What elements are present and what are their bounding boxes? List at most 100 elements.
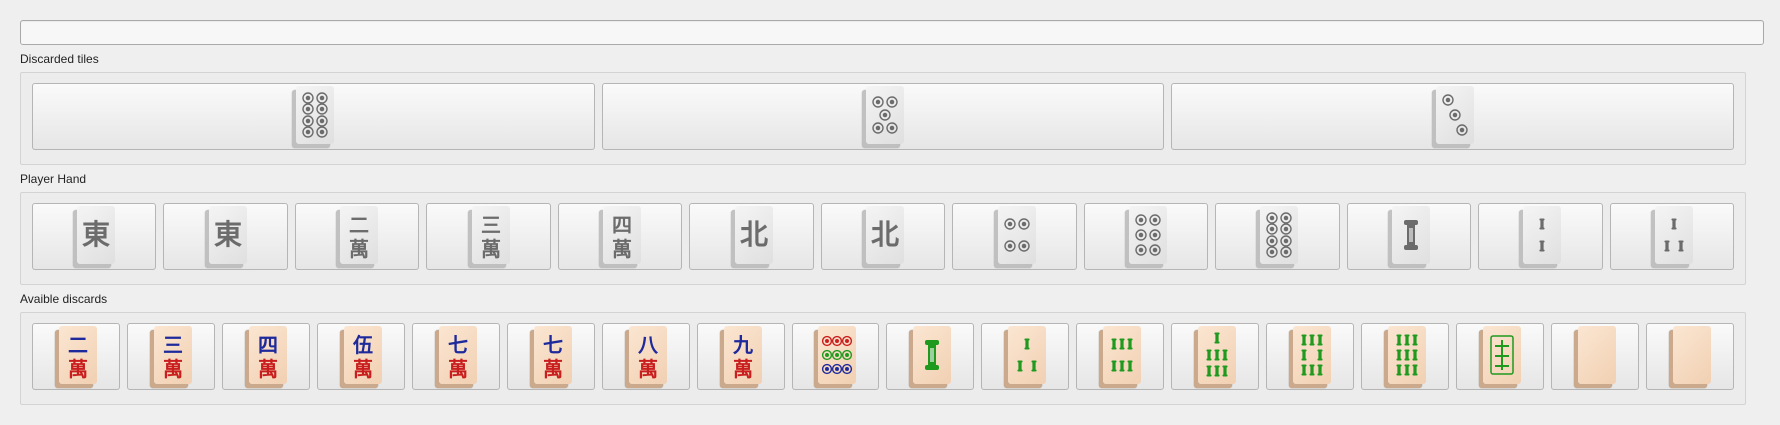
svg-text:萬: 萬 <box>68 357 88 381</box>
characters-2-tile-icon: 二 萬 <box>336 205 379 268</box>
svg-text:七: 七 <box>448 333 468 357</box>
svg-text:萬: 萬 <box>349 237 369 261</box>
bamboo-3-tile-icon <box>1651 205 1693 268</box>
svg-text:北: 北 <box>871 218 899 251</box>
available-tile-button-13[interactable] <box>1171 323 1260 390</box>
bamboo-8-tile-icon <box>1289 325 1332 388</box>
player-hand-row: 東東二 萬三 萬四 萬北北 <box>32 203 1735 272</box>
discarded-tile-button-2[interactable] <box>601 83 1165 150</box>
available-tile-button-17[interactable] <box>1551 323 1639 390</box>
bamboo-2-tile-icon <box>1519 205 1562 268</box>
circles-8-tile-icon <box>292 85 335 148</box>
svg-text:萬: 萬 <box>612 237 632 261</box>
available-tile-button-5[interactable]: 七 萬 <box>411 323 500 390</box>
available-tile-button-4[interactable]: 伍 萬 <box>316 323 405 390</box>
green-dragon-tile-icon <box>1479 325 1522 388</box>
bamboo-6-tile-icon <box>1099 325 1142 388</box>
east-wind-tile-icon: 東 <box>73 205 116 268</box>
available-tile-button-18[interactable] <box>1645 323 1734 390</box>
available-tile-button-8[interactable]: 九 萬 <box>696 323 785 390</box>
available-tile-button-1[interactable]: 二 萬 <box>32 323 120 390</box>
svg-text:二: 二 <box>349 213 369 237</box>
svg-text:萬: 萬 <box>258 357 278 381</box>
svg-text:萬: 萬 <box>543 357 563 381</box>
discarded-tile-button-3[interactable] <box>1171 83 1735 150</box>
hand-tile-button-7[interactable]: 北 <box>820 203 946 270</box>
available-tile-button-9[interactable] <box>791 323 880 390</box>
svg-text:萬: 萬 <box>353 357 373 381</box>
available-tile-button-12[interactable] <box>1076 323 1165 390</box>
circles-5-tile-icon <box>862 85 904 148</box>
svg-text:北: 北 <box>740 218 768 251</box>
characters-9-tile-icon: 九 萬 <box>720 325 762 388</box>
circles-4-tile-icon <box>994 205 1036 268</box>
white-dragon-tile-icon <box>1574 325 1616 388</box>
white-dragon-tile-icon <box>1669 325 1711 388</box>
available-tile-button-3[interactable]: 四 萬 <box>221 323 310 390</box>
circles-9-tile-icon <box>814 325 857 388</box>
available-tile-button-6[interactable]: 七 萬 <box>506 323 595 390</box>
available-discards-group: 二 萬三 萬四 萬伍 萬七 萬七 萬八 萬九 萬 <box>20 312 1746 405</box>
circles-3-tile-icon <box>1432 85 1474 148</box>
hand-tile-button-10[interactable] <box>1215 203 1340 270</box>
available-tile-button-7[interactable]: 八 萬 <box>601 323 690 390</box>
available-tile-button-15[interactable] <box>1361 323 1450 390</box>
svg-text:伍: 伍 <box>352 333 373 357</box>
bamboo-1-tile-icon <box>909 325 952 388</box>
available-tile-button-11[interactable] <box>981 323 1070 390</box>
hand-tile-button-2[interactable]: 東 <box>163 203 288 270</box>
characters-4-tile-icon: 四 萬 <box>599 205 642 268</box>
svg-text:八: 八 <box>638 333 659 357</box>
characters-3-tile-icon: 三 萬 <box>150 325 192 388</box>
hand-tile-button-11[interactable] <box>1346 203 1472 270</box>
hand-tile-button-1[interactable]: 東 <box>32 203 157 270</box>
characters-4-tile-icon: 四 萬 <box>245 325 287 388</box>
available-tile-button-10[interactable] <box>886 323 975 390</box>
hand-tile-button-3[interactable]: 二 萬 <box>294 203 420 270</box>
characters-2-tile-icon: 二 萬 <box>55 325 97 388</box>
svg-text:三: 三 <box>481 213 501 237</box>
svg-text:三: 三 <box>163 333 183 357</box>
svg-text:萬: 萬 <box>733 357 753 381</box>
svg-text:四: 四 <box>258 333 278 357</box>
characters-5-tile-icon: 伍 萬 <box>340 325 382 388</box>
svg-text:東: 東 <box>82 218 110 251</box>
svg-text:萬: 萬 <box>481 237 501 261</box>
svg-text:萬: 萬 <box>638 357 658 381</box>
hand-tile-button-9[interactable] <box>1083 203 1209 270</box>
top-text-field[interactable] <box>20 20 1764 45</box>
circles-6-tile-icon <box>1125 205 1167 268</box>
characters-3-tile-icon: 三 萬 <box>468 205 510 268</box>
hand-tile-button-13[interactable] <box>1609 203 1735 270</box>
hand-tile-button-4[interactable]: 三 萬 <box>426 203 551 270</box>
circles-8-tile-icon <box>1256 205 1299 268</box>
svg-text:二: 二 <box>68 333 88 357</box>
hand-tile-button-5[interactable]: 四 萬 <box>557 203 683 270</box>
east-wind-tile-icon: 東 <box>205 205 247 268</box>
available-discards-row: 二 萬三 萬四 萬伍 萬七 萬七 萬八 萬九 萬 <box>32 323 1734 392</box>
available-tile-button-2[interactable]: 三 萬 <box>126 323 215 390</box>
svg-text:東: 東 <box>214 218 242 251</box>
player-hand-group: 東東二 萬三 萬四 萬北北 <box>20 192 1746 285</box>
available-discards-label: Avaible discards <box>20 292 108 306</box>
characters-8-tile-icon: 八 萬 <box>625 325 667 388</box>
discarded-tiles-group <box>20 72 1746 165</box>
svg-text:萬: 萬 <box>163 357 183 381</box>
discarded-tile-button-1[interactable] <box>32 83 595 150</box>
bamboo-9-tile-icon <box>1384 325 1427 388</box>
hand-tile-button-12[interactable] <box>1478 203 1603 270</box>
north-wind-tile-icon: 北 <box>862 205 905 268</box>
bamboo-3-tile-icon <box>1004 325 1047 388</box>
available-tile-button-16[interactable] <box>1456 323 1544 390</box>
svg-text:四: 四 <box>612 213 632 237</box>
hand-tile-button-8[interactable] <box>952 203 1077 270</box>
player-hand-label: Player Hand <box>20 172 87 186</box>
svg-text:七: 七 <box>543 333 563 357</box>
north-wind-tile-icon: 北 <box>731 205 773 268</box>
discarded-tiles-label: Discarded tiles <box>20 52 99 66</box>
characters-7-tile-icon: 七 萬 <box>435 325 477 388</box>
bamboo-1-tile-icon <box>1388 205 1430 268</box>
hand-tile-button-6[interactable]: 北 <box>689 203 814 270</box>
svg-text:萬: 萬 <box>448 357 468 381</box>
available-tile-button-14[interactable] <box>1266 323 1355 390</box>
